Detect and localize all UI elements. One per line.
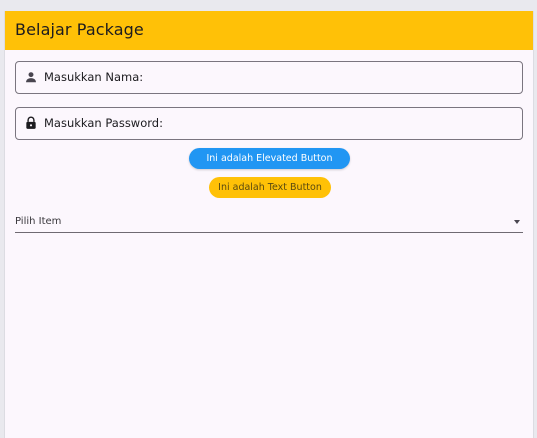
person-icon	[26, 72, 36, 83]
item-dropdown[interactable]: Pilih Item	[15, 214, 523, 233]
arrow-drop-down-icon	[514, 220, 520, 224]
dropdown-selected-label: Pilih Item	[15, 216, 62, 227]
lock-icon	[26, 116, 36, 129]
password-field-label: Masukkan Password:	[44, 116, 163, 130]
text-button[interactable]: Ini adalah Text Button	[209, 177, 331, 198]
app-bar: Belajar Package	[5, 11, 533, 50]
name-field[interactable]: Masukkan Nama:	[15, 61, 523, 94]
app-window: Belajar Package Masukkan Nama: Masukkan …	[4, 11, 534, 438]
password-field[interactable]: Masukkan Password:	[15, 107, 523, 140]
elevated-button[interactable]: Ini adalah Elevated Button	[189, 148, 350, 169]
app-bar-title: Belajar Package	[15, 20, 144, 39]
name-field-label: Masukkan Nama:	[44, 70, 144, 84]
